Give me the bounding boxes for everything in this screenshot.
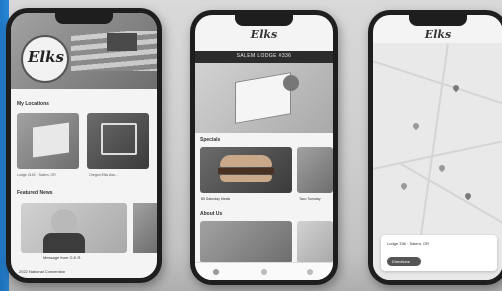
burger-bun-top (220, 155, 272, 167)
profile-tab-icon[interactable] (307, 269, 313, 275)
burger-patty (218, 168, 274, 174)
bottom-tab-bar (195, 262, 333, 280)
news-card-next[interactable] (133, 203, 157, 253)
phone-notch (409, 15, 467, 26)
phone-lodge-screen: Elks SALEM LODGE #336 Specials $5 Saturd… (190, 10, 338, 285)
speaker-portrait-head (51, 209, 77, 235)
home-screen: Elks My Locations Lodge 2143 · Salem, OR… (11, 13, 157, 278)
phone-notch (235, 15, 293, 26)
special-card-next[interactable] (297, 147, 333, 193)
map-road (373, 58, 502, 110)
lodge-info-title: Lodge 336 · Salem, OR (387, 241, 430, 246)
directions-button-label: Directions (392, 259, 410, 264)
special-caption-next: Taco Tuesday (299, 197, 321, 201)
map-pin-icon[interactable] (451, 83, 461, 93)
about-us-heading: About Us (200, 211, 223, 217)
elks-logo: Elks (424, 28, 452, 41)
map-pin-icon[interactable] (399, 181, 409, 191)
oregon-outline-icon (101, 123, 137, 155)
map-tab-icon[interactable] (261, 269, 267, 275)
map-pin-icon[interactable] (411, 121, 421, 131)
footer-banner-text: 2022 National Convention (19, 269, 66, 274)
phone-notch (55, 13, 113, 24)
map-road (400, 163, 502, 225)
elks-logo-text: Elks (28, 48, 64, 66)
lodge-title: SALEM LODGE #336 (236, 53, 292, 59)
lodge-building-photo (33, 122, 69, 158)
elk-emblem (283, 75, 299, 91)
phone-map-screen: Elks Lodge 336 · Salem, OR Directions (368, 10, 502, 285)
elks-logo: Elks (250, 28, 278, 41)
location-card-caption: Oregon Elks Ass... (89, 173, 118, 177)
speaker-portrait-suit (43, 233, 85, 253)
about-photo (200, 221, 292, 263)
featured-news-heading: Featured News (17, 190, 53, 196)
phone-home-screen: Elks My Locations Lodge 2143 · Salem, OR… (6, 8, 162, 283)
home-tab-icon[interactable] (213, 269, 219, 275)
map-road (419, 43, 449, 243)
location-card-caption: Lodge 2143 · Salem, OR (17, 173, 56, 177)
map-screen: Elks Lodge 336 · Salem, OR Directions (373, 15, 502, 280)
news-headline: Message from G.E.R. (43, 255, 82, 260)
map-road (373, 136, 502, 172)
about-photo-next (297, 221, 333, 263)
burger-bun-bottom (220, 175, 272, 182)
flag-stars-field (107, 33, 137, 51)
lodge-screen: Elks SALEM LODGE #336 Specials $5 Saturd… (195, 15, 333, 280)
map-pin-icon[interactable] (437, 163, 447, 173)
special-caption: $5 Saturday Meals (201, 197, 231, 201)
specials-heading: Specials (200, 137, 221, 143)
my-locations-heading: My Locations (17, 101, 49, 107)
